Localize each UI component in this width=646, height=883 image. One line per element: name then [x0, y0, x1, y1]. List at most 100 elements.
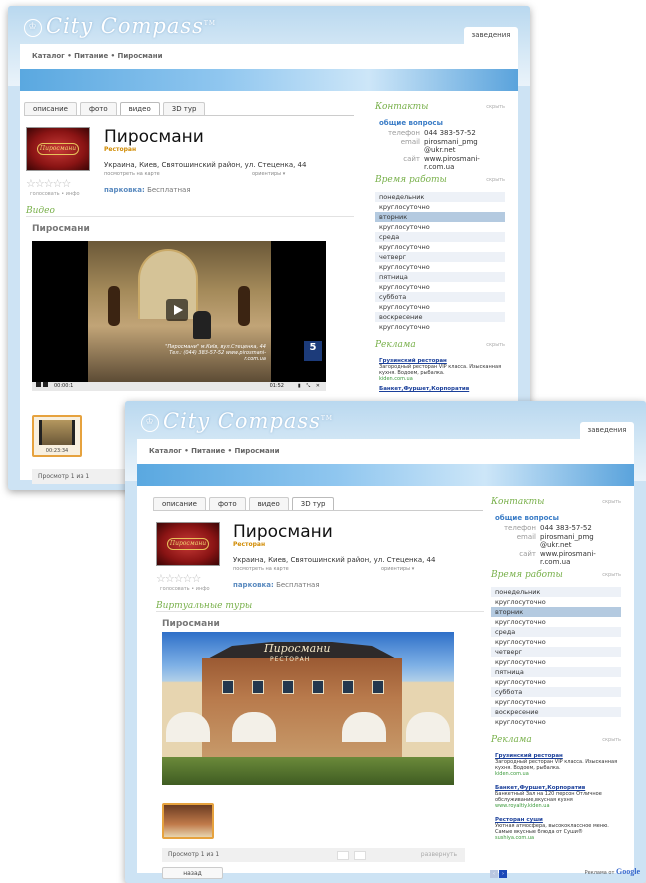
ad-nav: ‹ › — [490, 868, 510, 878]
list-item: суббота — [491, 687, 621, 697]
channel-logo: 5 — [304, 341, 322, 361]
hide-button[interactable]: скрыть — [486, 104, 505, 110]
list-item: круглосуточно — [379, 223, 430, 231]
hide-button[interactable]: скрыть — [602, 572, 621, 578]
ad-item[interactable]: Грузинский ресторан Загородный ресторан … — [379, 358, 505, 382]
rating-caption[interactable]: голосовать • инфо — [30, 191, 80, 197]
restaurant-logo: Пиросмани — [156, 522, 220, 566]
tab-3d-tour[interactable]: 3D тур — [162, 102, 206, 115]
content-tabs: описание фото видео 3D тур — [24, 102, 206, 115]
list-item: круглосуточно — [379, 283, 430, 291]
blue-band — [137, 464, 634, 486]
list-item: круглосуточно — [495, 658, 546, 666]
city-compass-logo[interactable]: ♔ City CompassTM — [141, 409, 333, 433]
list-item: среда — [375, 232, 505, 242]
breadcrumb[interactable]: Каталог • Питание • Пиросмани — [32, 52, 162, 60]
tab-description[interactable]: описание — [24, 102, 77, 115]
list-item: вторник — [375, 212, 505, 222]
chevron-right-icon[interactable]: › — [499, 870, 507, 878]
media-title: Пиросмани — [32, 224, 90, 234]
hide-button[interactable]: скрыть — [486, 177, 505, 183]
next-page-button[interactable] — [354, 851, 366, 860]
video-thumbnail[interactable]: 00:23:34 — [32, 415, 82, 457]
email[interactable]: pirosmani_pmg @ukr.net — [540, 533, 621, 549]
list-item: суббота — [375, 292, 505, 302]
list-item: четверг — [375, 252, 505, 262]
tab-establishments[interactable]: заведения — [464, 27, 518, 44]
email[interactable]: pirosmani_pmg @ukr.net — [424, 138, 505, 154]
tab-3d-tour[interactable]: 3D тур — [291, 497, 335, 510]
play-icon[interactable] — [166, 299, 188, 321]
ads-header: Реклама скрыть — [375, 340, 505, 350]
hours-list: понедельник круглосуточно вторник кругло… — [375, 192, 505, 332]
website[interactable]: www.pirosmani-r.com.ua — [540, 550, 621, 566]
ads-by-google[interactable]: Реклама от Google — [585, 867, 640, 876]
landmarks-dropdown[interactable]: ориентиры ▾ — [381, 566, 414, 572]
tab-video[interactable]: видео — [248, 497, 289, 510]
ad-item[interactable]: Ресторан суши Уютная атмосфера, высококл… — [495, 817, 621, 841]
contacts-header: Контакты скрыть — [375, 102, 505, 112]
section-title: Видео — [26, 206, 55, 216]
hours-header: Время работы скрыть — [491, 570, 621, 580]
fullscreen-icon[interactable]: ▮ ⤡ ✕ — [298, 382, 322, 391]
list-item: круглосуточно — [495, 678, 546, 686]
video-player[interactable]: "Пиросмани" м.Київ, вул.Стеценка, 44 Тел… — [32, 241, 326, 391]
city-compass-logo[interactable]: ♔ City CompassTM — [24, 14, 216, 38]
hide-button[interactable]: скрыть — [602, 499, 621, 505]
rating-caption[interactable]: голосовать • инфо — [160, 586, 210, 592]
blue-band — [20, 69, 518, 91]
map-link[interactable]: посмотреть на карте — [233, 566, 289, 572]
map-link[interactable]: посмотреть на карте — [104, 171, 160, 177]
restaurant-name: Пиросмани — [233, 522, 333, 542]
breadcrumb[interactable]: Каталог • Питание • Пиросмани — [149, 447, 279, 455]
play-small-icon[interactable] — [36, 382, 41, 387]
list-item: круглосуточно — [379, 263, 430, 271]
video-caption: "Пиросмани" м.Київ, вул.Стеценка, 44 Тел… — [165, 344, 266, 362]
expand-button[interactable]: развернуть — [421, 848, 457, 862]
ad-item[interactable]: Банкет,Фуршет,Корпоратив — [379, 386, 505, 392]
photo-sign-sub: РЕСТОРАН — [270, 656, 311, 663]
list-item: круглосуточно — [495, 638, 546, 646]
hide-button[interactable]: скрыть — [486, 342, 505, 348]
restaurant-name: Пиросмани — [104, 127, 204, 147]
stop-icon[interactable] — [43, 382, 48, 387]
tab-photo[interactable]: фото — [208, 497, 246, 510]
list-item: понедельник — [375, 192, 505, 202]
list-item: воскресение — [375, 312, 505, 322]
prev-page-button[interactable] — [337, 851, 349, 860]
tab-photo[interactable]: фото — [79, 102, 117, 115]
video-controls[interactable]: 00:00:1 01:52 ▮ ⤡ ✕ — [32, 382, 326, 391]
list-item: четверг — [491, 647, 621, 657]
thumb-duration: 00:23:34 — [45, 448, 69, 454]
tour-photo[interactable]: Пиросмани РЕСТОРАН — [162, 632, 454, 785]
photo-sign: Пиросмани — [264, 642, 331, 655]
ad-item[interactable]: Грузинский ресторан Загородный ресторан … — [495, 753, 621, 777]
pager: Просмотр 1 из 1 развернуть — [162, 848, 465, 862]
restaurant-address: Украина, Киев, Святошинский район, ул. С… — [233, 556, 436, 564]
tab-video[interactable]: видео — [119, 102, 160, 115]
website[interactable]: www.pirosmani-r.com.ua — [424, 155, 505, 171]
media-title: Пиросмани — [162, 619, 220, 629]
ad-item[interactable]: Банкет,Фуршет,Корпоратив Банкетный Зал н… — [495, 785, 621, 809]
rating-stars[interactable]: ☆☆☆☆☆ — [26, 177, 71, 190]
hours-list: понедельник круглосуточно вторник кругло… — [491, 587, 621, 727]
rating-stars[interactable]: ☆☆☆☆☆ — [156, 572, 201, 585]
restaurant-logo: Пиросмани — [26, 127, 90, 171]
tab-description[interactable]: описание — [153, 497, 206, 510]
list-item: вторник — [491, 607, 621, 617]
tour-thumbnail[interactable] — [162, 803, 214, 839]
landmarks-dropdown[interactable]: ориентиры ▾ — [252, 171, 285, 177]
ads-header: Реклама скрыть — [491, 735, 621, 745]
list-item: круглосуточно — [379, 243, 430, 251]
phone: 044 383-57-52 — [424, 129, 476, 137]
chevron-left-icon[interactable]: ‹ — [490, 870, 498, 878]
time-elapsed: 00:00:1 — [54, 383, 74, 389]
back-button[interactable]: назад — [162, 867, 223, 879]
general-questions: общие вопросы — [495, 514, 559, 522]
restaurant-type: Ресторан — [233, 541, 266, 548]
hide-button[interactable]: скрыть — [602, 737, 621, 743]
parking-info: парковка: Бесплатная — [104, 186, 191, 194]
list-item: круглосуточно — [379, 303, 430, 311]
list-item: воскресение — [491, 707, 621, 717]
tab-establishments[interactable]: заведения — [580, 422, 634, 439]
